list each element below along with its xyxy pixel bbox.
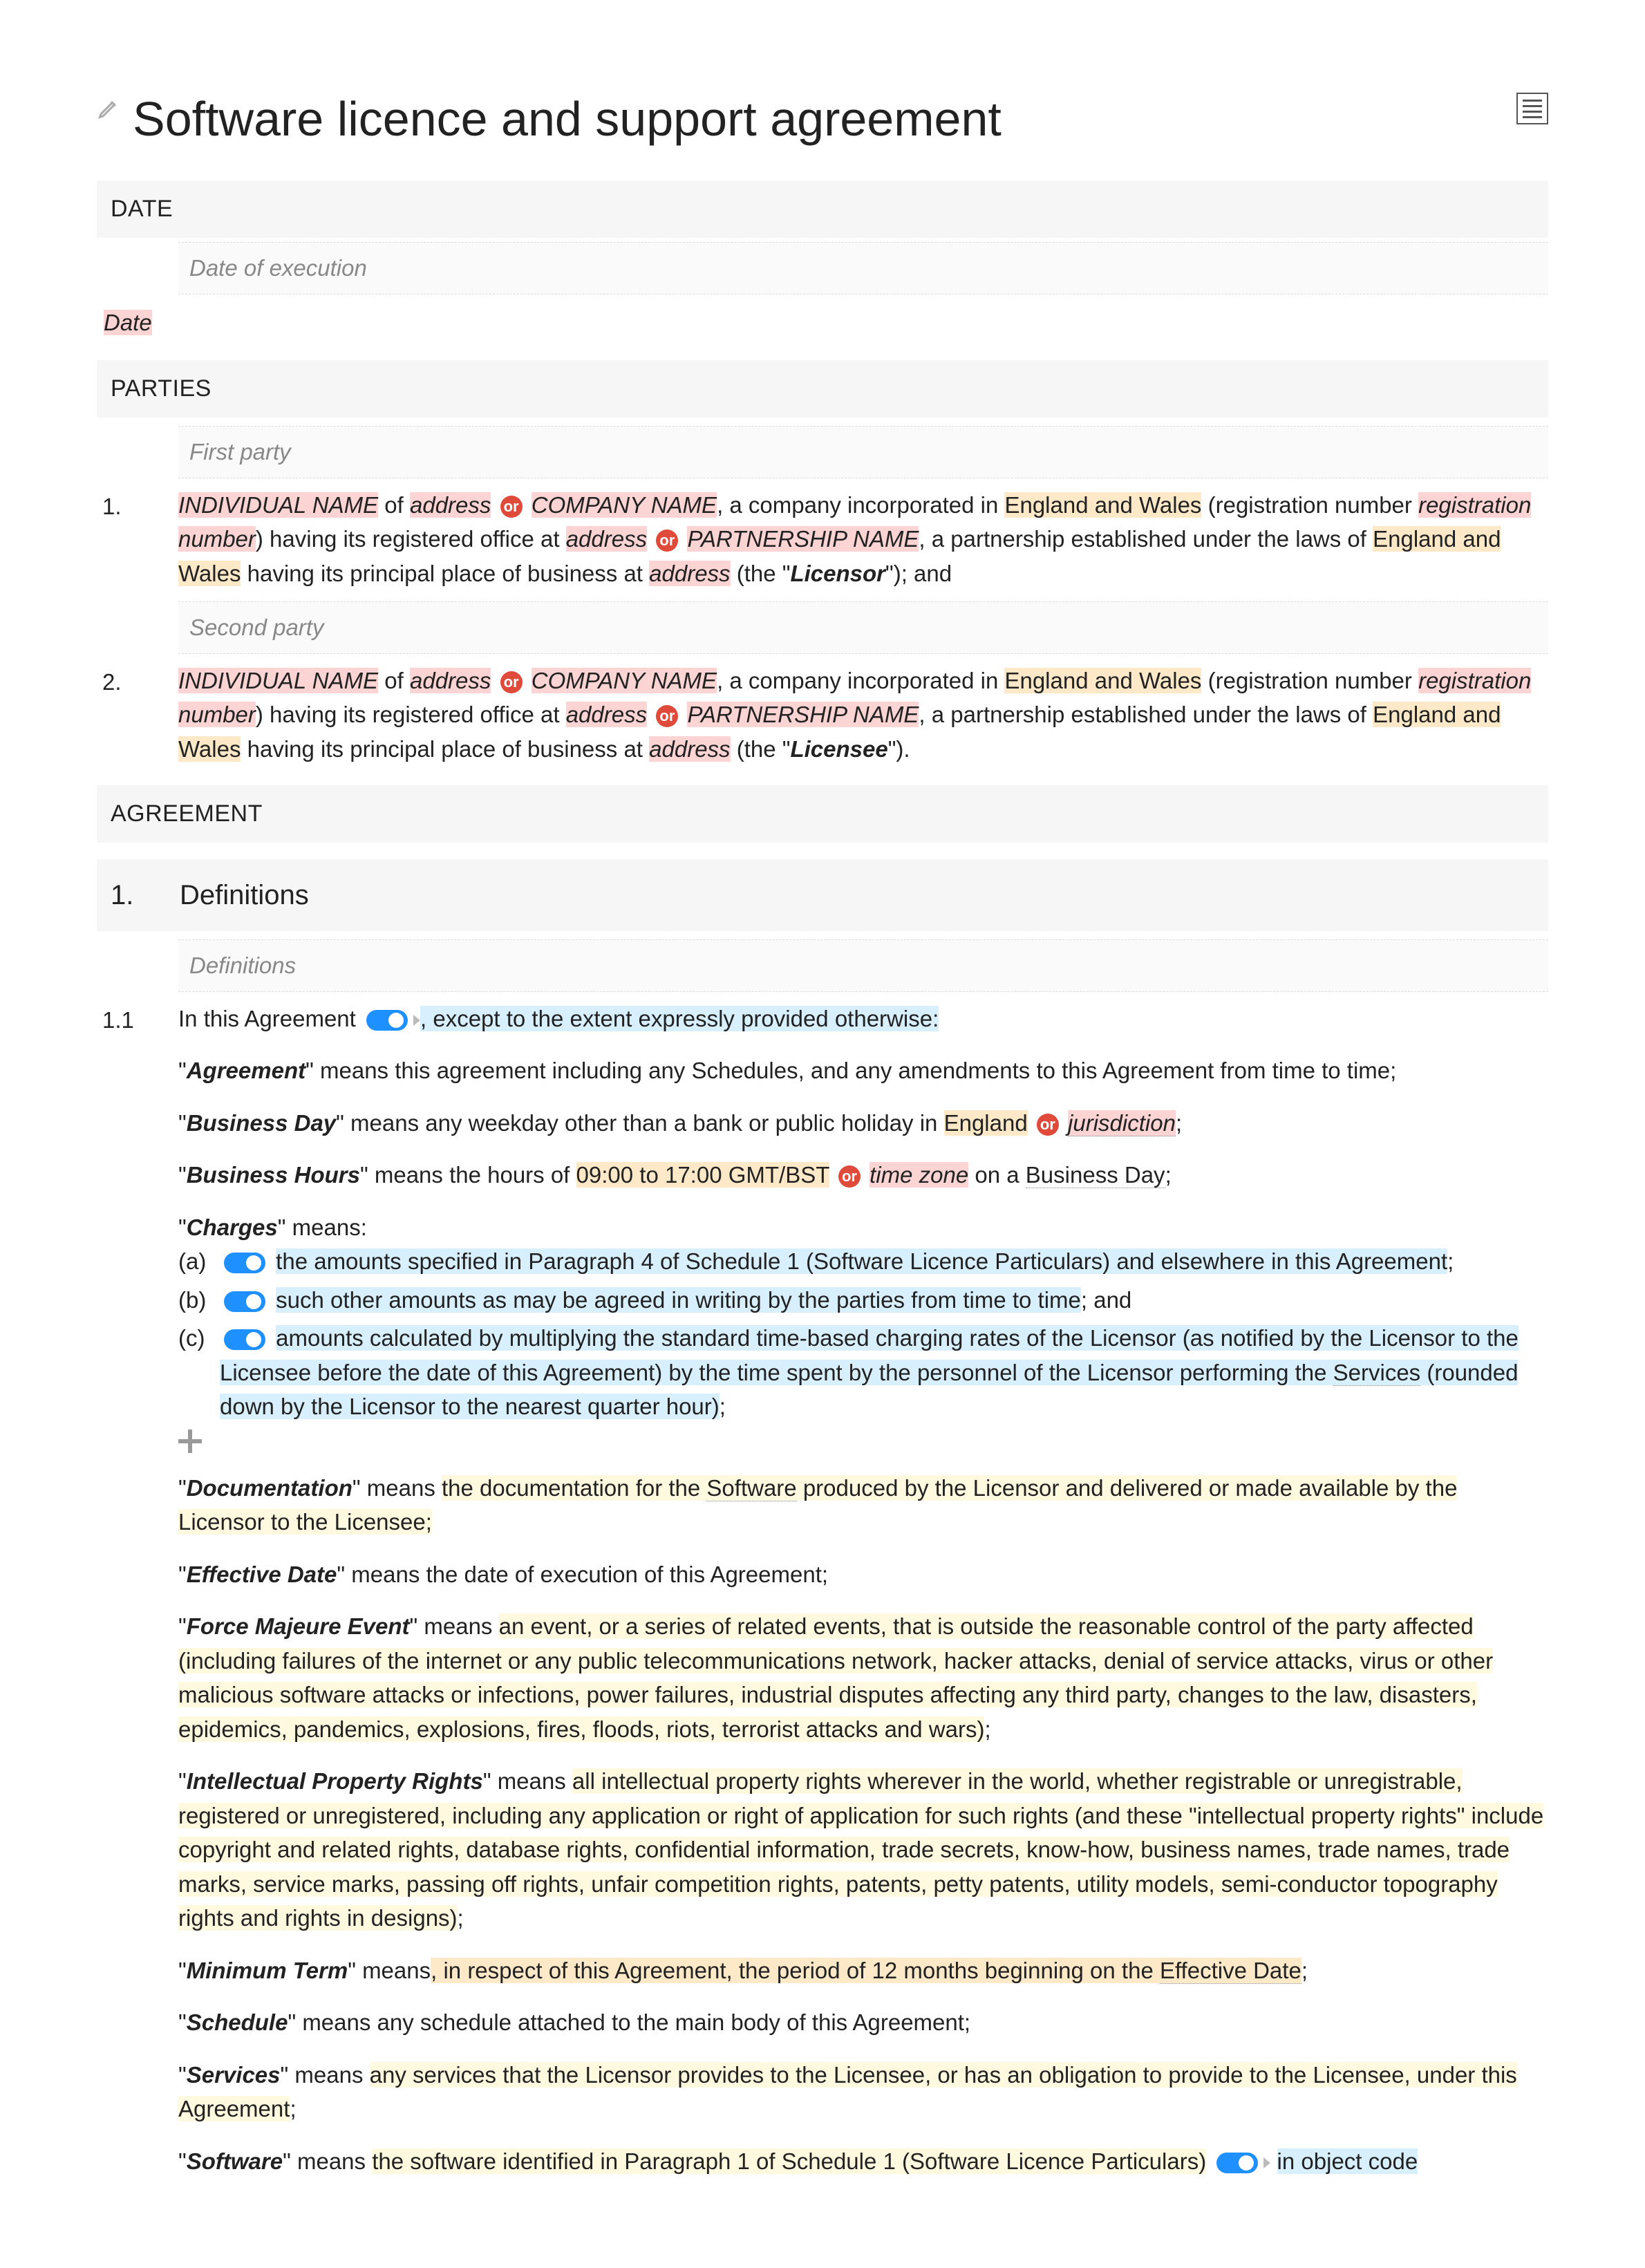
p1-addr3[interactable]: address	[649, 561, 730, 586]
definitions-sublabel: Definitions	[178, 939, 1548, 992]
p1-name[interactable]: INDIVIDUAL NAME	[178, 492, 378, 518]
toggle-icon[interactable]	[224, 1329, 265, 1350]
chevron-icon[interactable]	[413, 1015, 420, 1026]
def-agreement: "Agreement" means this agreement includi…	[178, 1053, 1548, 1088]
toggle-icon[interactable]	[224, 1253, 265, 1273]
p1-jur[interactable]: England and Wales	[1004, 492, 1201, 518]
def-ipr: "Intellectual Property Rights" means all…	[178, 1764, 1548, 1936]
p1-company[interactable]: COMPANY NAME	[532, 492, 717, 518]
p2-name[interactable]: INDIVIDUAL NAME	[178, 668, 378, 693]
first-party-label: First party	[178, 426, 1548, 478]
chevron-icon[interactable]	[1263, 2157, 1270, 2168]
p1-addr[interactable]: address	[410, 492, 491, 518]
p1-partnership[interactable]: PARTNERSHIP NAME	[687, 526, 919, 552]
def-software: "Software" means the software identified…	[178, 2144, 1548, 2179]
def-charges: "Charges" means: (a) the amounts specifi…	[178, 1210, 1548, 1453]
def-services: "Services" means any services that the L…	[178, 2058, 1548, 2126]
p2-jur[interactable]: England and Wales	[1004, 668, 1201, 693]
page-title: Software licence and support agreement	[133, 83, 1516, 156]
clause-1-1-intro: In this Agreement , except to the extent…	[178, 1002, 1548, 1036]
p2-company[interactable]: COMPANY NAME	[532, 668, 717, 693]
p2-addr3[interactable]: address	[649, 736, 730, 762]
section-date-head: DATE	[97, 180, 1548, 238]
charges-c-label: (c)	[178, 1321, 220, 1356]
p2-role: Licensee	[790, 736, 887, 762]
def-effective-date: "Effective Date" means the date of execu…	[178, 1557, 1548, 1592]
def-min-term: "Minimum Term" means, in respect of this…	[178, 1953, 1548, 1988]
def-business-day: "Business Day" means any weekday other t…	[178, 1106, 1548, 1141]
def-business-hours: "Business Hours" means the hours of 09:0…	[178, 1158, 1548, 1192]
or-pill[interactable]: or	[656, 705, 678, 727]
p1-addr2[interactable]: address	[566, 526, 647, 552]
or-pill[interactable]: or	[838, 1165, 861, 1188]
or-pill[interactable]: or	[1037, 1114, 1059, 1136]
toggle-icon[interactable]	[1216, 2153, 1258, 2173]
party1-num: 1.	[97, 488, 178, 524]
def-fme: "Force Majeure Event" means an event, or…	[178, 1609, 1548, 1746]
charges-b-label: (b)	[178, 1283, 220, 1318]
p1-role: Licensor	[790, 561, 885, 586]
add-icon[interactable]	[178, 1430, 202, 1453]
def-documentation: "Documentation" means the documentation …	[178, 1471, 1548, 1539]
second-party-label: Second party	[178, 601, 1548, 654]
edit-icon[interactable]	[97, 95, 124, 123]
party1-body: INDIVIDUAL NAME of address or COMPANY NA…	[178, 488, 1548, 591]
p2-addr2[interactable]: address	[566, 702, 647, 727]
toggle-icon[interactable]	[366, 1010, 408, 1031]
charges-a-label: (a)	[178, 1244, 220, 1279]
or-pill[interactable]: or	[500, 496, 523, 518]
or-pill[interactable]: or	[656, 529, 678, 552]
def-schedule: "Schedule" means any schedule attached t…	[178, 2005, 1548, 2040]
section-agreement-head: AGREEMENT	[97, 785, 1548, 843]
section-parties-head: PARTIES	[97, 360, 1548, 418]
party2-body: INDIVIDUAL NAME of address or COMPANY NA…	[178, 664, 1548, 767]
toc-icon[interactable]	[1516, 93, 1548, 124]
party2-num: 2.	[97, 664, 178, 700]
p2-partnership[interactable]: PARTNERSHIP NAME	[687, 702, 919, 727]
or-pill[interactable]: or	[500, 671, 523, 693]
toggle-icon[interactable]	[224, 1291, 265, 1312]
p2-addr[interactable]: address	[410, 668, 491, 693]
clause-1-1-num: 1.1	[97, 1002, 178, 1038]
section-definitions-head: 1.Definitions	[97, 859, 1548, 931]
date-value[interactable]: Date	[104, 310, 152, 335]
date-sublabel: Date of execution	[178, 242, 1548, 294]
